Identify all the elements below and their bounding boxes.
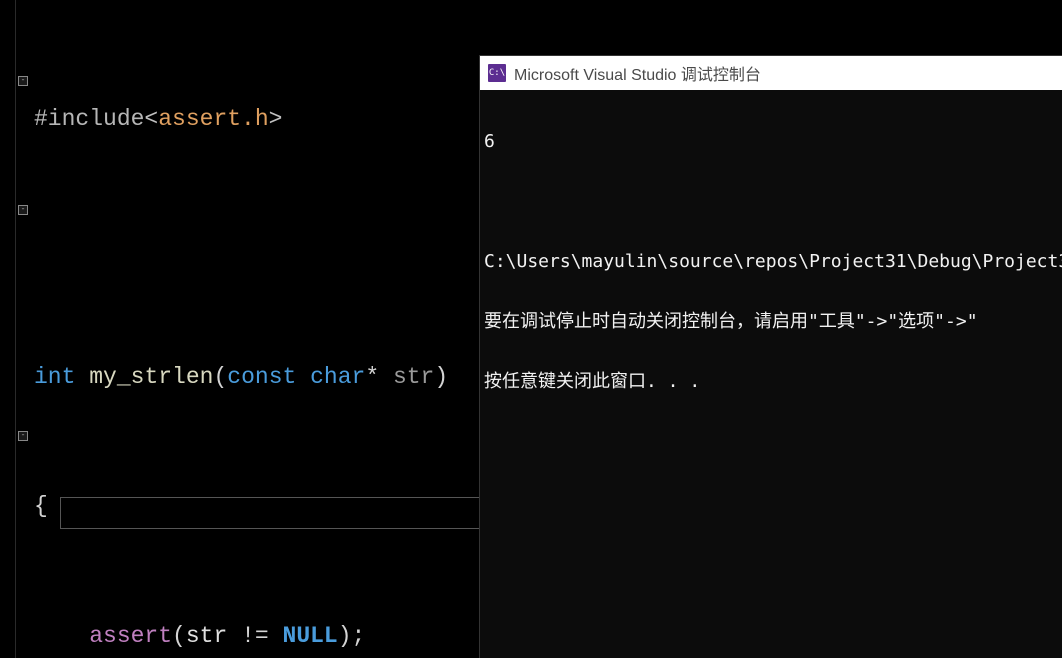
debug-console-window[interactable]: C:\ Microsoft Visual Studio 调试控制台 6 C:\U…	[480, 56, 1062, 658]
fold-toggle-icon[interactable]: -	[18, 431, 28, 441]
vs-icon: C:\	[488, 64, 506, 82]
fold-gutter: - - -	[16, 0, 30, 658]
console-titlebar[interactable]: C:\ Microsoft Visual Studio 调试控制台	[480, 56, 1062, 90]
console-output-line: 要在调试停止时自动关闭控制台，请启用"工具"->"选项"->"	[484, 312, 1058, 332]
fold-toggle-icon[interactable]: -	[18, 76, 28, 86]
line-number-gutter	[0, 0, 16, 658]
console-output-line: 6	[484, 132, 1058, 152]
root: - - - #include<assert.h> int my_strlen(c…	[0, 0, 1062, 658]
fold-toggle-icon[interactable]: -	[18, 205, 28, 215]
console-output[interactable]: 6 C:\Users\mayulin\source\repos\Project3…	[480, 90, 1062, 658]
console-output-line: 按任意键关闭此窗口. . .	[484, 372, 1058, 392]
console-output-line: C:\Users\mayulin\source\repos\Project31\…	[484, 252, 1058, 272]
console-title-text: Microsoft Visual Studio 调试控制台	[514, 61, 761, 85]
